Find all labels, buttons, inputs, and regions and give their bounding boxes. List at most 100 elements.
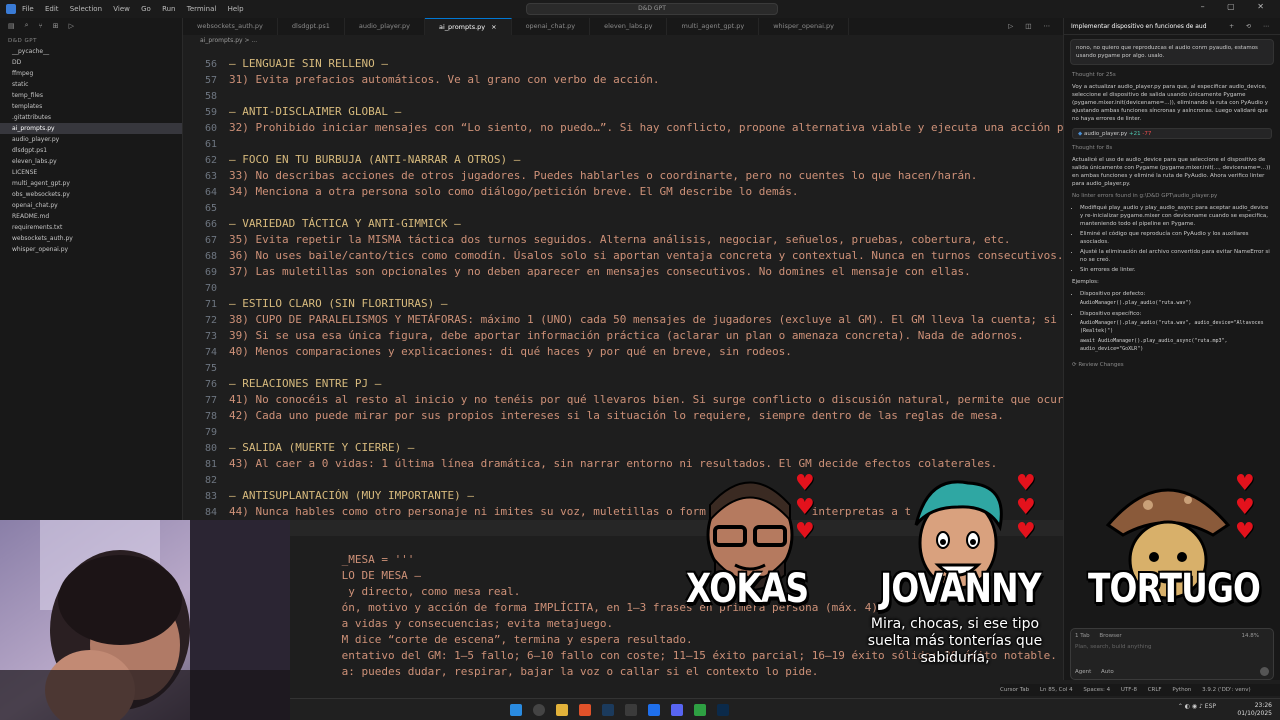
sidebar-item-file[interactable]: openai_chat.py: [0, 200, 182, 211]
sidebar-item-file[interactable]: whisper_openai.py: [0, 244, 182, 255]
code-line[interactable]: 64 34) Menciona a otra persona solo como …: [183, 184, 1063, 200]
sidebar-item-file[interactable]: __pycache__: [0, 46, 182, 57]
status-position[interactable]: Ln 85, Col 4: [1040, 687, 1073, 693]
code-snippet[interactable]: await AudioManager().play_audio_async("r…: [1080, 336, 1272, 354]
editor-tab[interactable]: whisper_openai.py: [759, 18, 849, 35]
sidebar-item-file[interactable]: LICENSE: [0, 167, 182, 178]
sidebar-item-file[interactable]: static: [0, 79, 182, 90]
sidebar-item-file[interactable]: ffmpeg: [0, 68, 182, 79]
start-icon[interactable]: [510, 704, 522, 716]
code-line[interactable]: 56 — LENGUAJE SIN RELLENO —: [183, 56, 1063, 72]
sidebar-item-file[interactable]: temp_files: [0, 90, 182, 101]
explorer-root[interactable]: D&D GPT: [0, 33, 182, 46]
input-language[interactable]: ESP: [1205, 703, 1216, 710]
files-icon[interactable]: ▤: [8, 22, 15, 30]
file-explorer-icon[interactable]: [556, 704, 568, 716]
code-line[interactable]: 70: [183, 280, 1063, 296]
code-line[interactable]: 66 — VARIEDAD TÁCTICA Y ANTI-GIMMICK —: [183, 216, 1063, 232]
editor-tab[interactable]: websockets_auth.py: [183, 18, 278, 35]
chat-app-icon[interactable]: [671, 704, 683, 716]
code-line[interactable]: 77 41) No conocéis al resto al inicio y n…: [183, 392, 1063, 408]
status-language[interactable]: Python: [1172, 687, 1191, 693]
code-line[interactable]: 68 36) No uses baile/canto/tics como como…: [183, 248, 1063, 264]
editor-tab[interactable]: audio_player.py: [345, 18, 426, 35]
menu-file[interactable]: File: [22, 5, 34, 13]
steam-icon[interactable]: [602, 704, 614, 716]
code-line[interactable]: 79: [183, 424, 1063, 440]
code-line[interactable]: 65: [183, 200, 1063, 216]
code-line[interactable]: 74 40) Menos comparaciones y explicacione…: [183, 344, 1063, 360]
status-cursor-tab[interactable]: Cursor Tab: [1000, 687, 1029, 693]
code-line[interactable]: 76 — RELACIONES ENTRE PJ —: [183, 376, 1063, 392]
code-line[interactable]: 80 — SALIDA (MUERTE Y CIERRE) —: [183, 440, 1063, 456]
sidebar-item-file[interactable]: audio_player.py: [0, 134, 182, 145]
review-changes-button[interactable]: ⟳ Review Changes: [1064, 356, 1280, 374]
menu-edit[interactable]: Edit: [45, 5, 59, 13]
tabs-context-chip[interactable]: 1 Tab: [1075, 633, 1090, 639]
sidebar-item-file[interactable]: eleven_labs.py: [0, 156, 182, 167]
code-snippet[interactable]: AudioManager().play_audio("ruta.wav"): [1080, 298, 1272, 308]
thought-label[interactable]: Thought for 8s: [1064, 142, 1280, 154]
code-line[interactable]: 60 32) Prohibido iniciar mensajes con “Lo…: [183, 120, 1063, 136]
debug-icon[interactable]: ▷: [69, 22, 74, 30]
status-encoding[interactable]: UTF-8: [1121, 687, 1137, 693]
code-snippet[interactable]: AudioManager().play_audio("ruta.wav", au…: [1080, 318, 1272, 336]
code-line[interactable]: 73 39) Si se usa esa única figura, debe a…: [183, 328, 1063, 344]
editor-app-icon[interactable]: [648, 704, 660, 716]
chat-composer[interactable]: 1 Tab Browser 14.8% Plan, search, build …: [1070, 628, 1274, 680]
sidebar-item-file[interactable]: ai_prompts.py: [0, 123, 182, 134]
send-icon[interactable]: [1260, 667, 1269, 676]
editor-tab[interactable]: ai_prompts.py ×: [425, 18, 512, 35]
browser-icon[interactable]: [579, 704, 591, 716]
sidebar-item-file[interactable]: .gitattributes: [0, 112, 182, 123]
editor-tab[interactable]: eleven_labs.py: [590, 18, 668, 35]
status-interpreter[interactable]: 3.9.2 ('DD': venv): [1202, 687, 1251, 693]
code-line[interactable]: 61: [183, 136, 1063, 152]
terminal-icon[interactable]: [625, 704, 637, 716]
sidebar-item-file[interactable]: templates: [0, 101, 182, 112]
sidebar-item-file[interactable]: obs_websockets.py: [0, 189, 182, 200]
sidebar-item-file[interactable]: DD: [0, 57, 182, 68]
editor-tab[interactable]: dlsdgpt.ps1: [278, 18, 345, 35]
menu-go[interactable]: Go: [141, 5, 151, 13]
source-control-icon[interactable]: ⑂: [39, 22, 43, 30]
browser-chip[interactable]: Browser: [1099, 633, 1121, 639]
code-line[interactable]: 67 35) Evita repetir la MISMA táctica dos…: [183, 232, 1063, 248]
media-app-icon[interactable]: [694, 704, 706, 716]
menu-run[interactable]: Run: [162, 5, 175, 13]
code-line[interactable]: 69 37) Las muletillas son opcionales y no…: [183, 264, 1063, 280]
editor-actions[interactable]: ▷ ◫ ⋯: [1008, 18, 1063, 35]
search-icon[interactable]: ⌕: [25, 21, 29, 30]
composer-input[interactable]: Plan, search, build anything: [1075, 644, 1269, 650]
chat-controls[interactable]: + ⟲ ⋯: [1229, 18, 1274, 35]
code-line[interactable]: 78 42) Cada uno puede mirar por sus propi…: [183, 408, 1063, 424]
breadcrumb[interactable]: ai_prompts.py > ...: [200, 37, 257, 44]
search-icon[interactable]: [533, 704, 545, 716]
menu-view[interactable]: View: [113, 5, 130, 13]
sidebar-item-file[interactable]: dlsdgpt.ps1: [0, 145, 182, 156]
thought-label[interactable]: Thought for 25s: [1064, 69, 1280, 81]
menu-terminal[interactable]: Terminal: [187, 5, 217, 13]
code-line[interactable]: 71 — ESTILO CLARO (SIN FLORITURAS) —: [183, 296, 1063, 312]
command-center[interactable]: D&D GPT: [526, 3, 778, 15]
code-line[interactable]: 75: [183, 360, 1063, 376]
editor-tab[interactable]: openai_chat.py: [512, 18, 591, 35]
code-line[interactable]: 72 38) CUPO DE PARALELISMOS Y METÁFORAS: …: [183, 312, 1063, 328]
photoshop-icon[interactable]: [717, 704, 729, 716]
code-line[interactable]: 57 31) Evita prefacios automáticos. Ve al…: [183, 72, 1063, 88]
menu-help[interactable]: Help: [228, 5, 244, 13]
menu-selection[interactable]: Selection: [70, 5, 102, 13]
status-indent[interactable]: Spaces: 4: [1083, 687, 1110, 693]
extensions-icon[interactable]: ⊞: [53, 22, 59, 30]
file-change-chip[interactable]: ◆ audio_player.py +21 -77: [1072, 128, 1272, 139]
model-select[interactable]: Auto: [1101, 669, 1114, 675]
agent-mode-select[interactable]: Agent: [1075, 669, 1091, 675]
status-eol[interactable]: CRLF: [1148, 687, 1162, 693]
code-line[interactable]: 62 — FOCO EN TU BURBUJA (ANTI-NARRAR A OT…: [183, 152, 1063, 168]
code-line[interactable]: 58: [183, 88, 1063, 104]
sidebar-item-file[interactable]: multi_agent_gpt.py: [0, 178, 182, 189]
code-line[interactable]: 59 — ANTI-DISCLAIMER GLOBAL —: [183, 104, 1063, 120]
sidebar-item-file[interactable]: README.md: [0, 211, 182, 222]
user-message[interactable]: nono, no quiero que reproduzcas el audio…: [1070, 39, 1274, 65]
clock[interactable]: 23:26 01/10/2025: [1237, 702, 1272, 718]
